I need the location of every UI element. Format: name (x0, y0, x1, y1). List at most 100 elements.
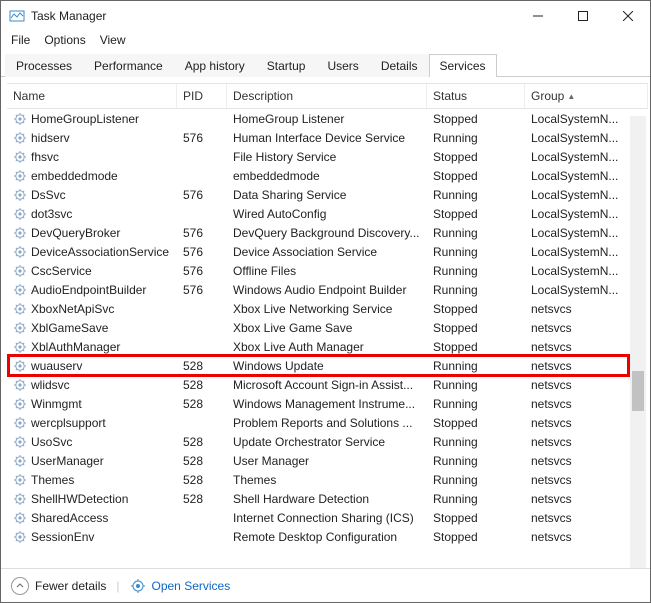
cell-description: Human Interface Device Service (227, 131, 427, 145)
table-body: HomeGroupListenerHomeGroup ListenerStopp… (7, 109, 648, 546)
cell-name: XboxNetApiSvc (31, 302, 114, 316)
cell-status: Stopped (427, 207, 525, 221)
cell-name: DsSvc (31, 188, 66, 202)
table-row[interactable]: SharedAccessInternet Connection Sharing … (7, 508, 648, 527)
cell-description: Update Orchestrator Service (227, 435, 427, 449)
table-row[interactable]: AudioEndpointBuilder 576Windows Audio End… (7, 280, 648, 299)
open-services-link[interactable]: Open Services (130, 578, 231, 594)
table-row[interactable]: DsSvc576Data Sharing ServiceRunningLocal… (7, 185, 648, 204)
cell-status: Running (427, 397, 525, 411)
table-row[interactable]: SessionEnvRemote Desktop ConfigurationSt… (7, 527, 648, 546)
cell-pid: 528 (177, 492, 227, 506)
cell-pid: 528 (177, 473, 227, 487)
cell-status: Stopped (427, 302, 525, 316)
cell-status: Running (427, 454, 525, 468)
cell-status: Running (427, 226, 525, 240)
col-header-status[interactable]: Status (427, 84, 525, 108)
table-row[interactable]: XblGameSaveXbox Live Game SaveStoppednet… (7, 318, 648, 337)
tab-services[interactable]: Services (429, 54, 497, 77)
tab-details[interactable]: Details (370, 54, 429, 77)
table-row[interactable]: XboxNetApiSvc Xbox Live Networking Servic… (7, 299, 648, 318)
cell-name: AudioEndpointBuilder (31, 283, 146, 297)
cell-pid: 576 (177, 264, 227, 278)
cell-name: wlidsvc (31, 378, 70, 392)
table-row[interactable]: UserManager528User ManagerRunningnetsvcs (7, 451, 648, 470)
services-icon (130, 578, 146, 594)
table-row[interactable]: Winmgmt528Windows Management Instrume...… (7, 394, 648, 413)
tab-users[interactable]: Users (316, 54, 369, 77)
menubar: File Options View (1, 31, 650, 53)
cell-name: UsoSvc (31, 435, 72, 449)
cell-status: Stopped (427, 416, 525, 430)
table-row[interactable]: HomeGroupListenerHomeGroup ListenerStopp… (7, 109, 648, 128)
table-header: Name PID Description Status Group▲ (7, 83, 648, 109)
tab-app-history[interactable]: App history (174, 54, 256, 77)
cell-status: Stopped (427, 321, 525, 335)
table-row[interactable]: wlidsvc528Microsoft Account Sign-in Assi… (7, 375, 648, 394)
table-row[interactable]: wercplsupportProblem Reports and Solutio… (7, 413, 648, 432)
col-header-description[interactable]: Description (227, 84, 427, 108)
cell-description: Windows Management Instrume... (227, 397, 427, 411)
cell-description: Offline Files (227, 264, 427, 278)
table-row[interactable]: UsoSvc 528Update Orchestrator ServiceRunn… (7, 432, 648, 451)
table-row[interactable]: hidserv576Human Interface Device Service… (7, 128, 648, 147)
table-row[interactable]: fhsvcFile History ServiceStoppedLocalSys… (7, 147, 648, 166)
window-title: Task Manager (31, 9, 515, 23)
table-row[interactable]: XblAuthManagerXbox Live Auth ManagerStop… (7, 337, 648, 356)
cell-name: UserManager (31, 454, 104, 468)
cell-description: Xbox Live Game Save (227, 321, 427, 335)
table-row[interactable]: DevQueryBroker576DevQuery Background Dis… (7, 223, 648, 242)
table-row[interactable]: Themes528ThemesRunningnetsvcs (7, 470, 648, 489)
vertical-scrollbar[interactable] (630, 116, 646, 568)
table-row[interactable]: wuauserv528Windows UpdateRunningnetsvcs (7, 356, 648, 375)
cell-name: fhsvc (31, 150, 59, 164)
cell-description: User Manager (227, 454, 427, 468)
tab-performance[interactable]: Performance (83, 54, 174, 77)
cell-status: Running (427, 435, 525, 449)
cell-status: Running (427, 473, 525, 487)
close-button[interactable] (605, 1, 650, 31)
cell-name: SessionEnv (31, 530, 94, 544)
cell-name: Winmgmt (31, 397, 82, 411)
cell-description: Device Association Service (227, 245, 427, 259)
table-row[interactable]: ShellHWDetection 528Shell Hardware Detect… (7, 489, 648, 508)
cell-name: wercplsupport (31, 416, 106, 430)
cell-description: Windows Audio Endpoint Builder (227, 283, 427, 297)
cell-name: XblAuthManager (31, 340, 120, 354)
menu-file[interactable]: File (11, 33, 30, 47)
tab-processes[interactable]: Processes (5, 54, 83, 77)
cell-pid: 576 (177, 245, 227, 259)
table-row[interactable]: dot3svcWired AutoConfigStoppedLocalSyste… (7, 204, 648, 223)
cell-description: Internet Connection Sharing (ICS) (227, 511, 427, 525)
table-row[interactable]: CscService576Offline FilesRunningLocalSy… (7, 261, 648, 280)
cell-status: Running (427, 245, 525, 259)
cell-description: Microsoft Account Sign-in Assist... (227, 378, 427, 392)
cell-name: Themes (31, 473, 74, 487)
col-header-name[interactable]: Name (7, 84, 177, 108)
cell-description: Xbox Live Networking Service (227, 302, 427, 316)
cell-description: Shell Hardware Detection (227, 492, 427, 506)
cell-name: ShellHWDetection (31, 492, 128, 506)
col-header-group[interactable]: Group▲ (525, 84, 648, 108)
cell-pid: 528 (177, 359, 227, 373)
cell-pid: 528 (177, 435, 227, 449)
minimize-button[interactable] (515, 1, 560, 31)
scrollbar-thumb[interactable] (632, 371, 644, 411)
menu-options[interactable]: Options (44, 33, 85, 47)
footer: Fewer details | Open Services (1, 568, 650, 602)
col-header-pid[interactable]: PID (177, 84, 227, 108)
cell-description: Wired AutoConfig (227, 207, 427, 221)
menu-view[interactable]: View (100, 33, 126, 47)
cell-description: embeddedmode (227, 169, 427, 183)
table-row[interactable]: embeddedmodeembeddedmodeStoppedLocalSyst… (7, 166, 648, 185)
fewer-details-button[interactable]: Fewer details (11, 577, 106, 595)
cell-status: Stopped (427, 530, 525, 544)
cell-status: Running (427, 378, 525, 392)
cell-status: Running (427, 131, 525, 145)
maximize-button[interactable] (560, 1, 605, 31)
cell-description: Windows Update (227, 359, 427, 373)
cell-pid: 576 (177, 283, 227, 297)
table-row[interactable]: DeviceAssociationService576Device Associ… (7, 242, 648, 261)
cell-name: XblGameSave (31, 321, 108, 335)
tab-startup[interactable]: Startup (256, 54, 317, 77)
